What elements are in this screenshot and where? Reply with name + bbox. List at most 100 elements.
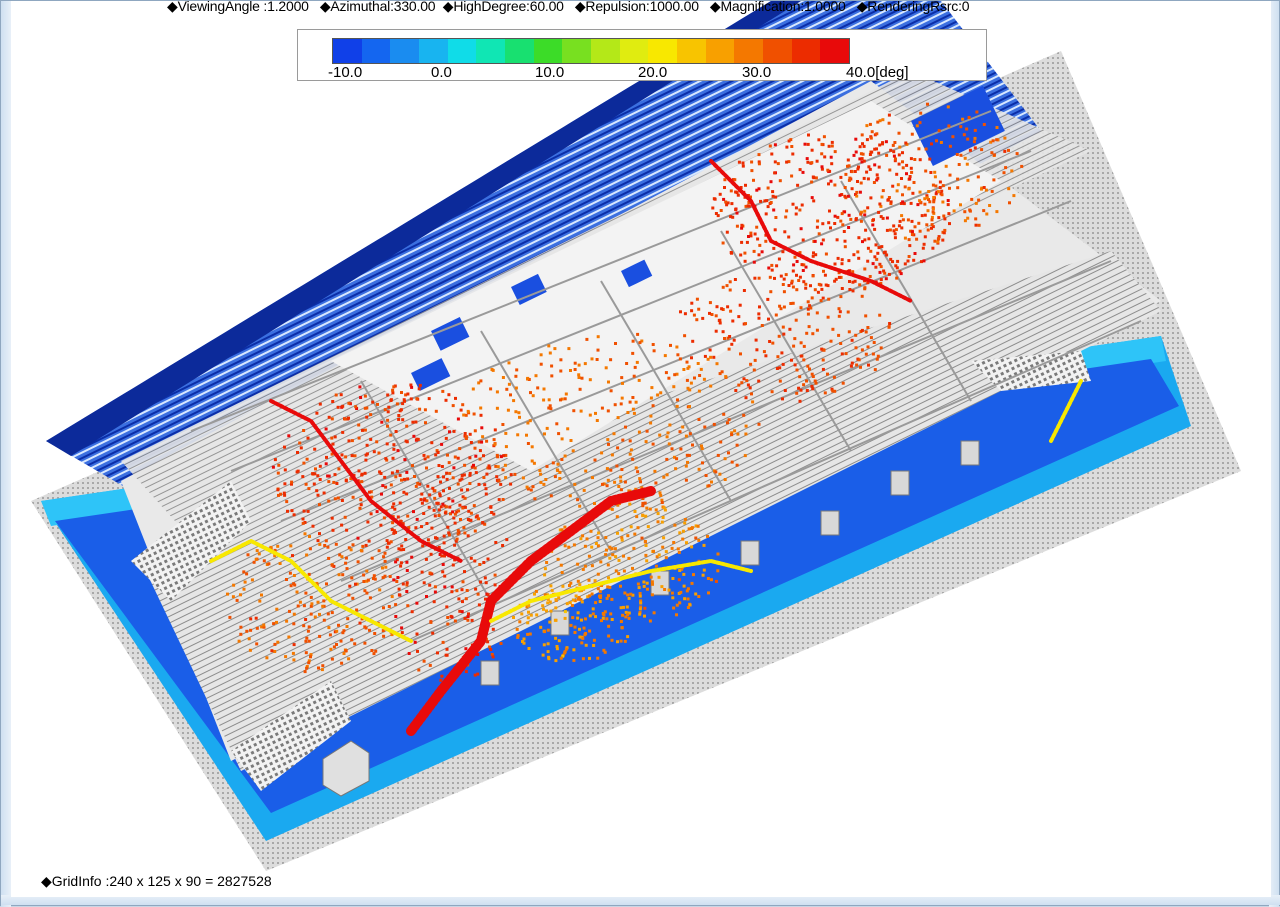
particle-dot [735, 463, 739, 467]
particle-dot [553, 347, 557, 351]
particle-dot [235, 598, 239, 602]
stadium-airflow-render[interactable] [11, 1, 1271, 897]
particle-dot [734, 208, 738, 212]
particle-dot [982, 123, 986, 126]
particle-dot [577, 363, 581, 367]
particle-dot [368, 628, 371, 632]
particle-dot [723, 337, 726, 340]
particle-dot [406, 514, 410, 518]
particle-dot [898, 219, 902, 223]
particle-dot [869, 336, 873, 340]
grid-info-readout: ◆GridInfo :240 x 125 x 90 = 2827528 [41, 873, 272, 889]
particle-dot [471, 387, 475, 391]
particle-dot [296, 604, 300, 608]
particle-dot [249, 617, 253, 621]
particle-dot [490, 368, 494, 371]
particle-dot [395, 402, 399, 406]
particle-dot [318, 542, 322, 546]
particle-dot [819, 299, 823, 303]
particle-dot [448, 430, 451, 434]
particle-dot [343, 417, 347, 421]
particle-dot [438, 494, 442, 498]
particle-dot [554, 598, 558, 602]
particle-dot [683, 597, 687, 601]
particle-dot [941, 238, 945, 242]
particle-dot [924, 147, 928, 151]
particle-dot [651, 442, 655, 446]
particle-dot [791, 285, 795, 289]
particle-dot [243, 580, 247, 584]
particle-dot [446, 525, 450, 529]
particle-dot [676, 353, 680, 357]
particle-dot [839, 342, 843, 345]
particle-dot [555, 645, 559, 648]
particle-dot [418, 383, 422, 387]
particle-dot [1020, 164, 1024, 168]
particle-dot [724, 375, 728, 379]
particle-dot [423, 457, 427, 461]
particle-dot [734, 389, 738, 392]
particle-dot [810, 180, 814, 184]
colorbar-tick-label: 20.0 [638, 64, 668, 81]
particle-dot [871, 352, 875, 356]
particle-dot [451, 476, 455, 480]
particle-dot [563, 454, 567, 458]
particle-dot [521, 476, 525, 480]
particle-dot [652, 549, 655, 553]
particle-dot [766, 297, 770, 301]
particle-dot [326, 545, 330, 549]
particle-dot [403, 458, 407, 462]
particle-dot [790, 279, 794, 283]
particle-dot [597, 531, 601, 535]
particle-dot [616, 416, 620, 420]
particle-dot [330, 417, 334, 421]
particle-dot [369, 437, 373, 441]
particle-dot [571, 449, 575, 453]
particle-dot [858, 190, 862, 194]
particle-dot [423, 497, 427, 501]
particle-dot [436, 651, 439, 655]
particle-dot [872, 218, 875, 222]
particle-dot [764, 354, 768, 358]
particle-dot [792, 344, 796, 348]
particle-dot [909, 157, 913, 161]
particle-dot [316, 539, 320, 543]
particle-dot [662, 536, 666, 540]
particle-dot [464, 437, 468, 440]
particle-dot [632, 411, 636, 415]
particle-dot [302, 624, 306, 628]
particle-dot [676, 398, 679, 402]
colorbar-tick-label: 30.0 [742, 64, 772, 81]
particle-dot [285, 578, 288, 581]
particle-dot [747, 235, 750, 238]
particle-dot [432, 600, 436, 604]
particle-dot [657, 553, 661, 557]
particle-dot [866, 326, 870, 329]
particle-dot [557, 639, 561, 643]
particle-dot [336, 496, 340, 500]
particle-dot [301, 517, 305, 521]
3d-render-viewport[interactable]: ◆ViewingAngle :1.2000 ◆Azimuthal:330.00 … [11, 1, 1271, 897]
particle-dot [681, 529, 685, 533]
particle-dot [496, 465, 500, 469]
particle-dot [468, 456, 472, 460]
particle-dot [516, 433, 520, 437]
particle-dot [758, 305, 761, 309]
particle-dot [405, 424, 409, 428]
particle-dot [303, 670, 307, 674]
particle-dot [791, 202, 795, 206]
particle-dot [905, 163, 909, 167]
particle-dot [273, 642, 277, 646]
particle-dot [392, 578, 396, 582]
particle-dot [528, 632, 532, 636]
particle-dot [654, 564, 658, 568]
particle-dot [925, 196, 929, 200]
particle-dot [936, 240, 940, 244]
particle-dot [791, 301, 795, 305]
particle-dot [401, 402, 405, 406]
particle-dot [962, 133, 966, 137]
particle-dot [714, 329, 718, 333]
particle-dot [549, 407, 553, 411]
particle-dot [324, 539, 328, 543]
particle-dot [866, 177, 870, 181]
